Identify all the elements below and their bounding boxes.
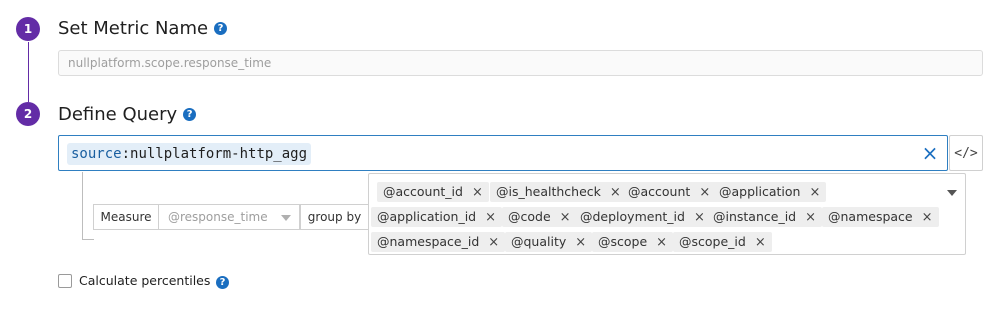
- tag-chip: @scope ×: [592, 232, 674, 252]
- measure-select[interactable]: @response_time: [158, 204, 300, 230]
- remove-tag-icon[interactable]: ×: [488, 235, 499, 250]
- tag-label: @namespace_id: [377, 234, 480, 249]
- group-by-label: group by: [300, 204, 369, 230]
- define-query-heading: Define Query: [58, 104, 178, 125]
- help-icon[interactable]: ?: [216, 276, 229, 289]
- calculate-percentiles-label[interactable]: Calculate percentiles: [79, 273, 210, 288]
- measure-placeholder: @response_time: [168, 210, 268, 224]
- tag-label: @scope_id: [679, 234, 746, 249]
- query-value: nullplatform-http_agg: [130, 146, 308, 162]
- code-icon: </>: [954, 145, 978, 161]
- remove-tag-icon[interactable]: ×: [922, 210, 933, 225]
- tag-chip: @quality ×: [505, 232, 593, 252]
- tag-label: @account: [628, 184, 691, 199]
- tag-chip: @application_id ×: [371, 207, 503, 227]
- tag-label: @application_id: [377, 209, 477, 224]
- tag-label: @quality: [511, 234, 567, 249]
- tag-chip: @application ×: [713, 182, 827, 202]
- calculate-percentiles-checkbox[interactable]: [58, 274, 72, 288]
- tag-label: @is_healthcheck: [496, 184, 601, 199]
- tag-chip: @namespace_id ×: [371, 232, 506, 252]
- remove-tag-icon[interactable]: ×: [809, 185, 820, 200]
- remove-tag-icon[interactable]: ×: [805, 210, 816, 225]
- tag-chip: @deployment_id ×: [574, 207, 711, 227]
- metric-name-input[interactable]: nullplatform.scope.response_time: [58, 50, 983, 76]
- tag-chip: @instance_id ×: [707, 207, 823, 227]
- remove-tag-icon[interactable]: ×: [694, 210, 705, 225]
- code-view-button[interactable]: </>: [949, 135, 983, 171]
- tag-label: @instance_id: [713, 209, 797, 224]
- remove-tag-icon[interactable]: ×: [472, 185, 483, 200]
- remove-tag-icon[interactable]: ×: [575, 235, 586, 250]
- help-icon[interactable]: ?: [214, 22, 228, 35]
- tag-label: @application: [719, 184, 801, 199]
- step-connector: [28, 42, 29, 102]
- remove-tag-icon[interactable]: ×: [656, 235, 667, 250]
- tag-label: @namespace: [828, 209, 913, 224]
- tag-chip: @scope_id ×: [673, 232, 772, 252]
- step-title-define-query: Define Query ?: [58, 104, 197, 125]
- tag-label: @deployment_id: [580, 209, 685, 224]
- remove-tag-icon[interactable]: ×: [560, 210, 571, 225]
- tag-chip: @code ×: [502, 207, 577, 227]
- chevron-down-icon: [281, 215, 291, 221]
- tag-chip: @account ×: [622, 182, 717, 202]
- step-badge-2: 2: [16, 102, 40, 126]
- tag-label: @code: [508, 209, 551, 224]
- clear-icon[interactable]: ×: [919, 142, 941, 164]
- step-title-metric-name: Set Metric Name ?: [58, 18, 228, 39]
- metric-name-heading: Set Metric Name: [58, 18, 209, 39]
- query-filter-pill[interactable]: source:nullplatform-http_agg: [67, 143, 312, 165]
- tag-label: @account_id: [383, 184, 463, 199]
- chevron-down-icon[interactable]: [947, 190, 957, 196]
- remove-tag-icon[interactable]: ×: [699, 185, 710, 200]
- help-icon[interactable]: ?: [183, 108, 197, 121]
- tag-chip: @namespace ×: [822, 207, 939, 227]
- remove-tag-icon[interactable]: ×: [610, 185, 621, 200]
- query-key: source: [71, 146, 122, 162]
- step-badge-1: 1: [16, 17, 40, 41]
- tag-chip: @account_id ×: [377, 182, 489, 202]
- measure-label: Measure: [93, 204, 159, 230]
- remove-tag-icon[interactable]: ×: [485, 210, 496, 225]
- remove-tag-icon[interactable]: ×: [755, 235, 766, 250]
- query-separator: :: [121, 146, 131, 162]
- tag-chip: @is_healthcheck ×: [490, 182, 627, 202]
- query-search-input[interactable]: source:nullplatform-http_agg ×: [58, 135, 948, 171]
- tag-label: @scope: [598, 234, 648, 249]
- group-by-tags-select[interactable]: @account_id × @is_healthcheck × @account × …: [368, 173, 966, 255]
